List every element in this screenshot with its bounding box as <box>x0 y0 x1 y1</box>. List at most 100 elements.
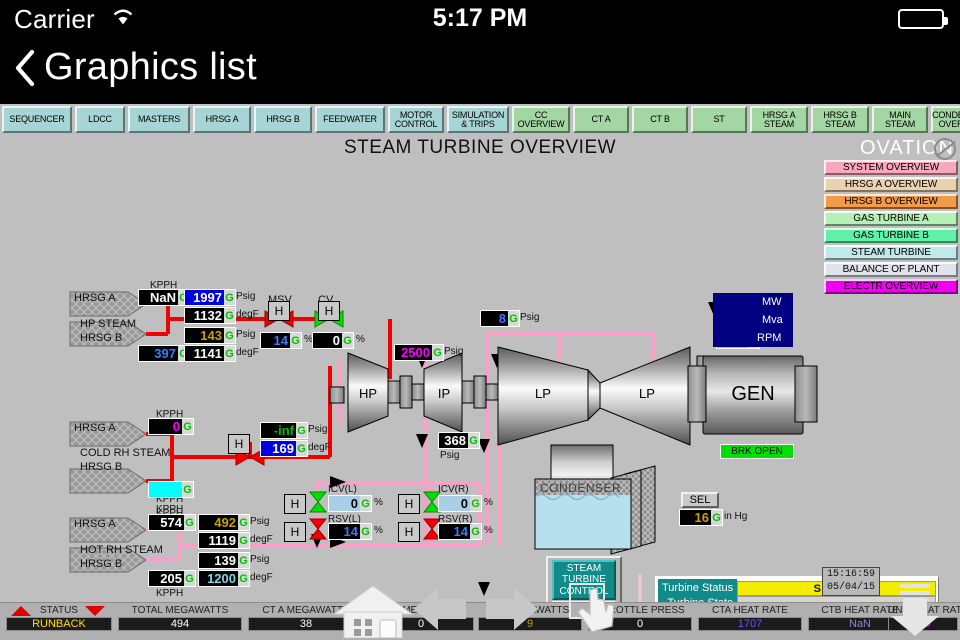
hot-rh-flow-b-value[interactable]: 205 G <box>148 570 196 587</box>
cell-value: 0 <box>588 617 692 631</box>
icv-right-hand-button[interactable]: H <box>398 494 420 514</box>
condenser-vacuum-unit: in Hg <box>724 511 748 522</box>
crossover-pressure-unit: Psig <box>520 312 540 323</box>
hp-flow-b-value[interactable]: 397G <box>138 345 190 362</box>
cell-caption: UNIT HEAT RATE <box>888 605 960 616</box>
rpm-unit-label: RPM <box>757 332 782 344</box>
ios-clock: 5:17 PM <box>432 4 528 32</box>
nav-bar: Graphics list <box>0 38 960 104</box>
battery-icon <box>898 9 948 29</box>
turbine-lp2-label: LP <box>639 386 655 401</box>
hmi-clock: 15:16:59 05/04/15 <box>821 567 880 596</box>
value-field: 1997 <box>185 290 224 305</box>
icv-left-percent-value[interactable]: 0G <box>328 495 372 512</box>
cell-caption: CT B MEGAWATTS <box>376 605 466 616</box>
control-title-line3: CONTROL <box>559 585 609 597</box>
process-diagram <box>69 291 818 640</box>
quality-flag: G <box>238 515 249 530</box>
mva-unit-label: Mva <box>762 314 783 326</box>
bottom-cell-throttle-press: THROTTLE PRESS 0 <box>588 605 692 631</box>
turbine-lp1-label: LP <box>535 386 551 401</box>
rsv-left-percent-value[interactable]: 14 G <box>328 523 372 540</box>
status-down-arrow-icon <box>85 606 105 616</box>
crossover-pressure-value[interactable]: 8G <box>480 310 520 327</box>
quality-flag: G <box>296 423 307 438</box>
value-field: 1119 <box>199 533 238 548</box>
value-field: 169 <box>261 441 296 456</box>
hot-rh-pressure-a-value[interactable]: 492 G <box>198 514 250 531</box>
quality-flag: G <box>342 333 353 348</box>
cv-percent-value[interactable]: 0G <box>312 332 354 349</box>
hot-rh-temperature-a-value[interactable]: 1119 G <box>198 532 250 549</box>
hot-rh-pressure-b-value[interactable]: 139 G <box>198 552 250 569</box>
sel-button[interactable]: SEL <box>681 492 719 508</box>
value-field: 0 <box>313 333 342 348</box>
quality-flag: G <box>470 496 481 511</box>
bottom-cell-total-megawatts: TOTAL MEGAWATTS 494 <box>118 605 242 631</box>
value-field: 139 <box>199 553 238 568</box>
hot-rh-temperature-a-unit: degF <box>250 534 273 545</box>
msv-hand-button[interactable]: H <box>268 301 290 321</box>
condenser-vacuum-value[interactable]: 16 G <box>679 509 723 526</box>
cold-rh-hand-button[interactable]: H <box>228 434 250 454</box>
rsv-right-hand-button[interactable]: H <box>398 522 420 542</box>
cell-value: 0.0 <box>888 617 958 631</box>
ip-pressure-value[interactable]: 368 G <box>438 432 480 449</box>
value-field: 205 <box>149 571 184 586</box>
cold-rh-source-a-label: HRSG A <box>74 422 116 434</box>
cell-value: 9 <box>478 617 582 631</box>
rsv-left-hand-button[interactable]: H <box>284 522 306 542</box>
hp-pressure-a-unit: Psig <box>236 291 256 302</box>
back-button[interactable]: Graphics list <box>14 46 257 89</box>
icv-right-percent-value[interactable]: 0G <box>438 495 482 512</box>
hp-pressure-b-value[interactable]: 143 G <box>184 327 236 344</box>
icv-left-hand-button[interactable]: H <box>284 494 306 514</box>
ip-pressure-unit: Psig <box>440 450 460 461</box>
quality-flag: G <box>470 524 481 539</box>
breaker-status-badge: BRK OPEN <box>720 444 794 459</box>
app-root: Carrier 5:17 PM Graphics list SEQUENCER L… <box>0 0 960 640</box>
hp-temperature-b-value[interactable]: 1141 G <box>184 345 236 362</box>
generator-label: GEN <box>731 383 775 405</box>
hp-temperature-a-value[interactable]: 1132 G <box>184 307 236 324</box>
cold-rh-flow-b-value[interactable]: G <box>148 481 194 498</box>
cold-rh-source-b-label: HRSG B <box>80 461 123 473</box>
msv-percent-value[interactable]: 14 G <box>260 332 302 349</box>
condenser-label: CONDENSER <box>540 481 622 495</box>
value-field: 0 <box>329 496 360 511</box>
hp-pressure-a-value[interactable]: 1997 G <box>184 289 236 306</box>
cold-rh-flow-a-value[interactable]: 0G <box>148 418 194 435</box>
quality-flag: G <box>224 290 235 305</box>
cold-rh-temperature-value[interactable]: 169 G <box>260 440 308 457</box>
icv-right-label: ICV(R) <box>438 484 469 495</box>
value-field: 2500 <box>395 345 432 360</box>
hot-rh-source-b-label: HRSG B <box>80 558 123 570</box>
hot-rh-temperature-b-value[interactable]: 1200 G <box>198 570 250 587</box>
hot-rh-flow-a-value[interactable]: 574 G <box>148 514 196 531</box>
cell-caption: CT A MEGAWATTS <box>262 605 350 616</box>
valve-rsv-left <box>308 518 328 540</box>
cv-hand-button[interactable]: H <box>318 301 340 321</box>
quality-flag: G <box>238 533 249 548</box>
value-field: NaN <box>139 290 178 305</box>
quality-flag: G <box>508 311 519 326</box>
hmi-clock-time: 15:16:59 <box>826 569 875 580</box>
turbine-hp-label: HP <box>358 386 378 401</box>
mw-unit-label: MW <box>762 296 782 308</box>
hp-flow-a-value[interactable]: NaNG <box>138 289 190 306</box>
value-field: 16 <box>680 510 711 525</box>
cold-rh-temperature-unit: degF <box>308 442 331 453</box>
control-title-line2: TURBINE <box>562 574 606 586</box>
value-field: 14 <box>261 333 290 348</box>
hp-inlet-pressure-value[interactable]: 2500 G <box>394 344 444 361</box>
bottom-cell-unit-heat-rate: UNIT HEAT RATE0.0 <box>888 605 960 631</box>
hp-temperature-a-unit: degF <box>236 309 259 320</box>
value-field: 0 <box>439 496 470 511</box>
bottom-cell-ct-a-megawatts: CT A MEGAWATTS 38 <box>248 605 364 631</box>
quality-flag: G <box>468 433 479 448</box>
value-field: 143 <box>185 328 224 343</box>
rsv-right-percent-value[interactable]: 14 G <box>438 523 482 540</box>
cold-rh-pressure-value[interactable]: -inf G <box>260 422 308 439</box>
control-panel-title: STEAM TURBINE CONTROL <box>552 560 616 600</box>
hot-rh-group-label: HOT RH STEAM <box>80 544 163 556</box>
